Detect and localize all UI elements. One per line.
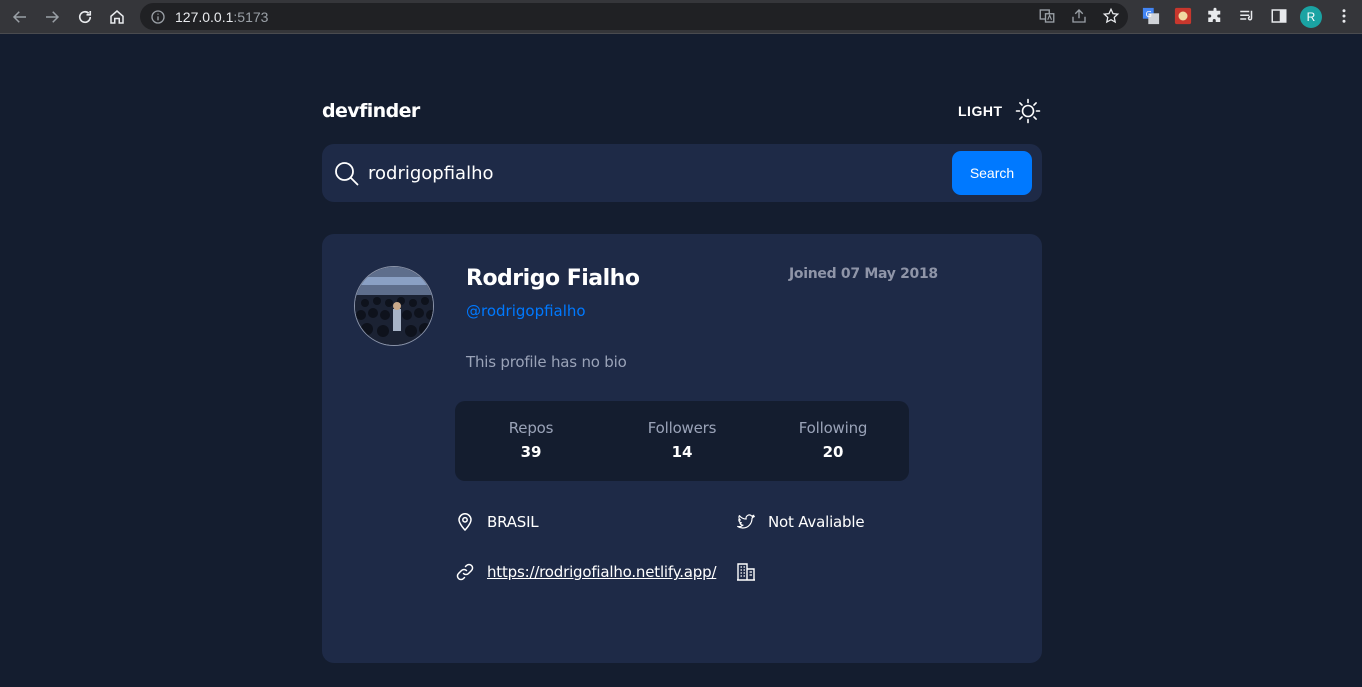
url-host: 127.0.0.1 bbox=[175, 8, 234, 25]
building-icon bbox=[737, 563, 755, 581]
stat-value: 39 bbox=[520, 443, 542, 461]
home-icon bbox=[110, 10, 124, 24]
link-icon bbox=[456, 563, 474, 581]
location-item: BRASIL bbox=[455, 512, 539, 532]
twitter-item: Not Avaliable bbox=[736, 512, 865, 532]
sun-icon bbox=[1015, 98, 1040, 124]
joined-date: Joined 07 May 2018 bbox=[789, 266, 938, 282]
profile-name: Rodrigo Fialho bbox=[466, 266, 640, 291]
twitter-text: Not Avaliable bbox=[768, 513, 865, 531]
extension-icon[interactable] bbox=[1173, 6, 1193, 26]
avatar bbox=[354, 266, 434, 346]
kebab-menu-icon[interactable] bbox=[1334, 6, 1354, 26]
theme-toggle[interactable]: LIGHT bbox=[958, 98, 1041, 124]
stat-value: 14 bbox=[671, 443, 693, 461]
stat-label: Followers bbox=[647, 419, 717, 437]
info-icon bbox=[151, 9, 165, 24]
twitter-icon bbox=[737, 514, 755, 529]
stat-following: Following 20 bbox=[758, 419, 908, 461]
translate-icon[interactable] bbox=[1038, 7, 1056, 25]
search-button[interactable]: Search bbox=[952, 151, 1032, 195]
google-translate-extension-icon[interactable]: G bbox=[1141, 6, 1161, 26]
profile-login-link[interactable]: @rodrigopfialho bbox=[466, 302, 586, 320]
side-panel-icon[interactable] bbox=[1269, 6, 1289, 26]
stat-label: Repos bbox=[508, 419, 554, 437]
blog-item: https://rodrigofialho.netlify.app/ bbox=[455, 562, 716, 582]
address-text: 127.0.0.1:5173 bbox=[175, 9, 268, 25]
stat-repos: Repos 39 bbox=[456, 419, 606, 461]
media-queue-icon[interactable] bbox=[1237, 6, 1257, 26]
arrow-left-icon bbox=[12, 11, 26, 23]
app-title: devfinder bbox=[322, 100, 420, 122]
home-button[interactable] bbox=[101, 1, 133, 33]
profile-bio: This profile has no bio bbox=[466, 353, 627, 371]
search-input[interactable] bbox=[368, 156, 938, 190]
forward-button[interactable] bbox=[36, 1, 68, 33]
back-button[interactable] bbox=[4, 1, 36, 33]
browser-toolbar: 127.0.0.1:5173 G R bbox=[0, 0, 1362, 34]
reload-icon bbox=[78, 10, 92, 24]
share-icon[interactable] bbox=[1070, 7, 1088, 25]
location-text: BRASIL bbox=[487, 513, 539, 531]
star-icon[interactable] bbox=[1102, 7, 1120, 25]
omnibox-actions bbox=[1038, 7, 1120, 25]
reload-button[interactable] bbox=[69, 1, 101, 33]
profile-avatar-button[interactable]: R bbox=[1300, 6, 1322, 28]
theme-label: LIGHT bbox=[958, 103, 1003, 119]
blog-link[interactable]: https://rodrigofialho.netlify.app/ bbox=[487, 563, 716, 581]
search-bar: Search bbox=[322, 144, 1042, 202]
search-icon bbox=[335, 162, 359, 186]
svg-text:G: G bbox=[1146, 9, 1152, 19]
puzzle-icon[interactable] bbox=[1205, 6, 1225, 26]
company-item bbox=[736, 562, 768, 582]
url-port: :5173 bbox=[233, 8, 269, 25]
stat-value: 20 bbox=[822, 443, 844, 461]
stat-followers: Followers 14 bbox=[607, 419, 757, 461]
stats-panel: Repos 39 Followers 14 Following 20 bbox=[455, 401, 909, 481]
location-pin-icon bbox=[458, 513, 472, 532]
profile-card: Rodrigo Fialho @rodrigopfialho Joined 07… bbox=[322, 234, 1042, 663]
stat-label: Following bbox=[798, 419, 868, 437]
arrow-right-icon bbox=[46, 11, 60, 23]
address-bar[interactable]: 127.0.0.1:5173 bbox=[140, 3, 1128, 30]
